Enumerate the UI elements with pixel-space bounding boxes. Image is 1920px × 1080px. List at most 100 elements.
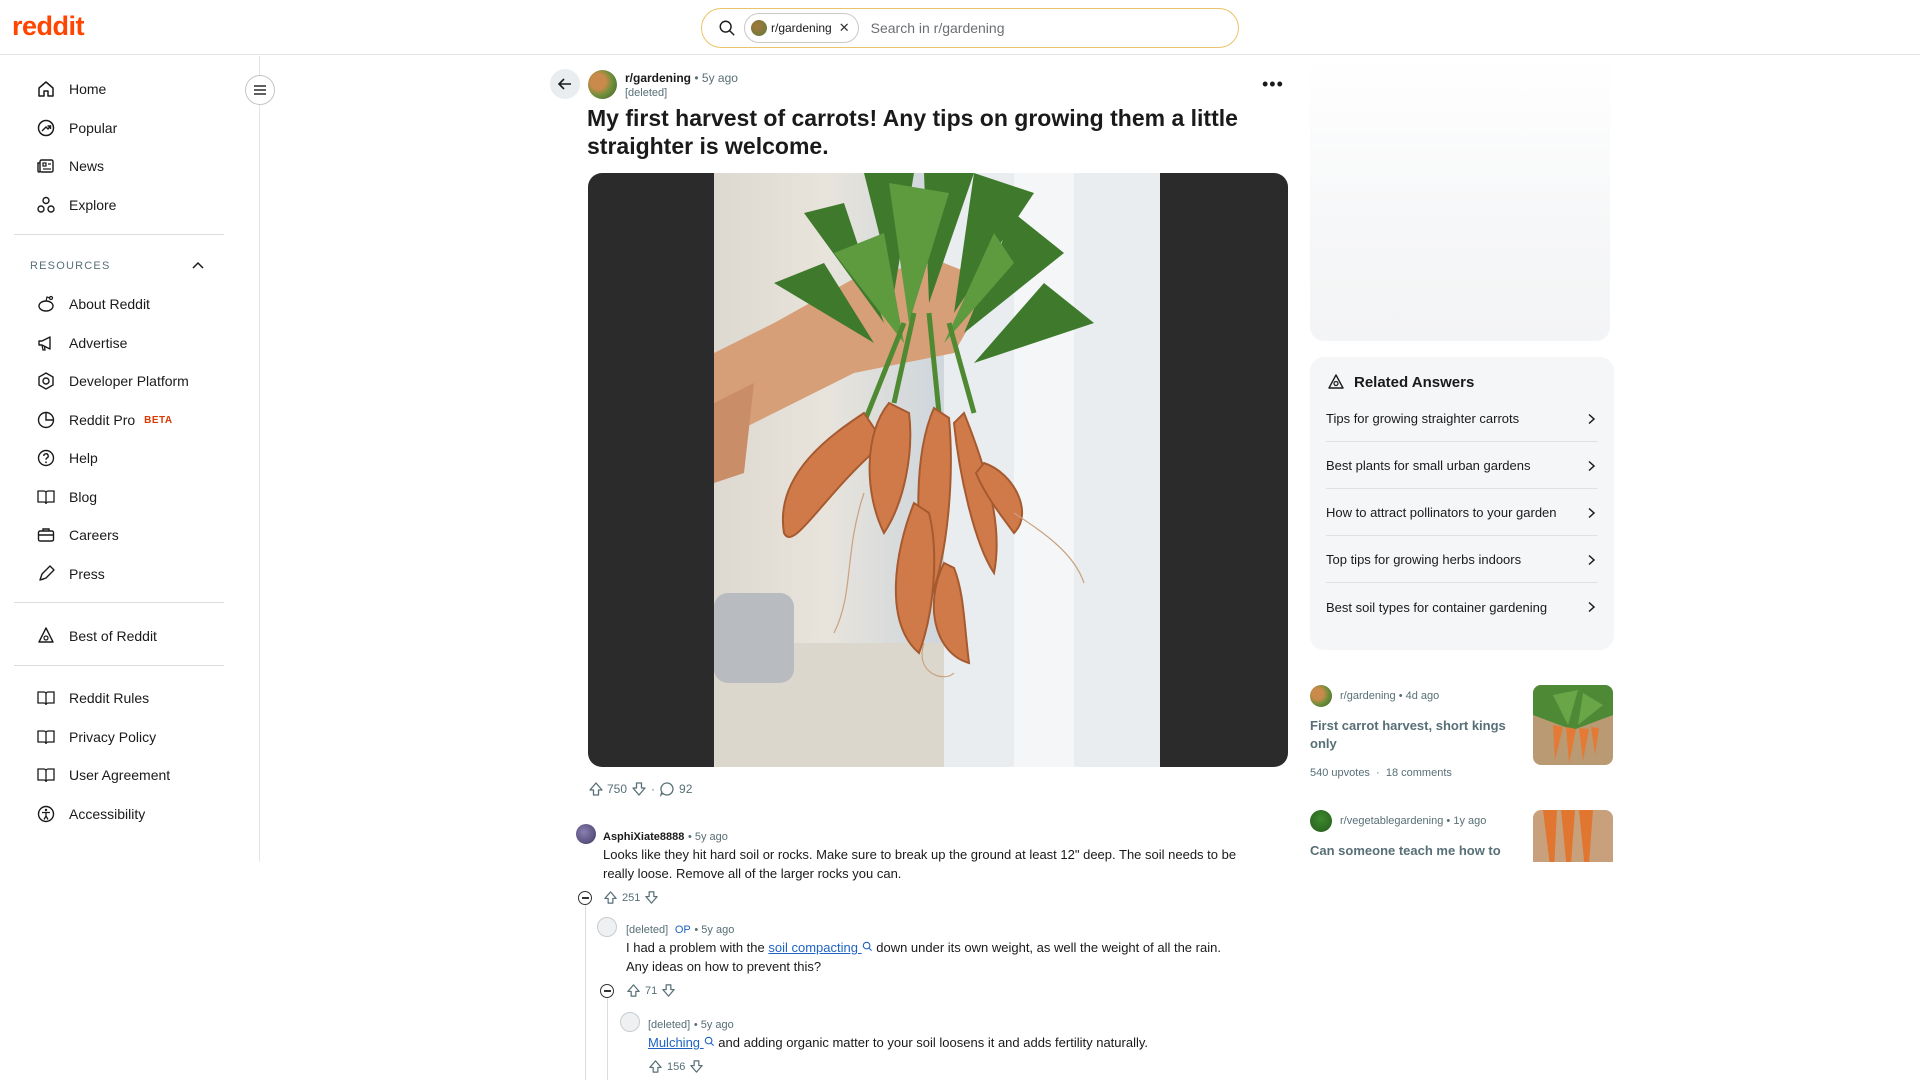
sidebar-item-reddit-pro[interactable]: Reddit Pro BETA	[36, 408, 173, 432]
comment-author[interactable]: [deleted]	[648, 1019, 690, 1031]
collapse-sidebar-button[interactable]	[245, 75, 275, 105]
subreddit-avatar[interactable]	[588, 70, 617, 99]
related-answer-item[interactable]: Top tips for growing herbs indoors	[1326, 537, 1598, 583]
home-icon	[38, 81, 54, 97]
comment-vote-bar: 251	[603, 890, 659, 905]
comment-header: [deleted] • 5y ago	[648, 1016, 734, 1031]
close-icon[interactable]: ✕	[839, 20, 850, 36]
related-answer-item[interactable]: Tips for growing straighter carrots	[1326, 396, 1598, 442]
upvote-icon[interactable]	[648, 1059, 663, 1074]
related-post-title[interactable]: First carrot harvest, short kings only	[1310, 717, 1510, 753]
related-post-subreddit[interactable]: r/gardening	[1340, 690, 1396, 702]
downvote-icon[interactable]	[661, 983, 676, 998]
related-post-card[interactable]: r/gardening • 4d ago First carrot harves…	[1310, 685, 1614, 785]
sidebar-item-help[interactable]: Help	[36, 446, 98, 470]
downvote-icon[interactable]	[644, 890, 659, 905]
sidebar-item-popular[interactable]: Popular	[36, 116, 117, 140]
avatar[interactable]	[576, 824, 596, 844]
sidebar-item-blog[interactable]: Blog	[36, 485, 97, 509]
separator-dot: •	[693, 1019, 701, 1031]
post-comment-count: 92	[679, 782, 693, 796]
comment-vote-bar: 71	[626, 983, 676, 998]
related-answers-heading: Related Answers	[1327, 373, 1474, 391]
sidebar-item-reddit-rules[interactable]: Reddit Rules	[36, 686, 149, 710]
left-sidebar: Home Popular News Explore RESOURCES Abou…	[0, 56, 260, 862]
sidebar-item-privacy-policy[interactable]: Privacy Policy	[36, 725, 156, 749]
sidebar-item-best-of-reddit[interactable]: Best of Reddit	[36, 624, 157, 648]
sidebar-item-developer-platform[interactable]: Developer Platform	[36, 369, 189, 393]
upvote-icon[interactable]	[588, 781, 604, 797]
sidebar-item-label: Reddit Rules	[69, 690, 150, 706]
search-input[interactable]	[870, 20, 1211, 36]
related-post-upvotes: 540 upvotes	[1310, 767, 1370, 779]
sidebar-item-explore[interactable]: Explore	[36, 193, 116, 217]
back-button[interactable]	[550, 69, 580, 99]
sidebar-item-label: News	[69, 158, 105, 174]
related-answer-item[interactable]: How to attract pollinators to your garde…	[1326, 490, 1598, 536]
comment-vote-count: 251	[622, 891, 641, 904]
post-time: 5y ago	[701, 71, 738, 85]
comment-header: [deleted] OP • 5y ago	[626, 921, 734, 936]
upvote-icon[interactable]	[626, 983, 641, 998]
related-post-stats: 540 upvotes · 18 comments	[1310, 767, 1614, 779]
sidebar-item-press[interactable]: Press	[36, 562, 105, 586]
more-options-button[interactable]: •••	[1262, 74, 1284, 95]
blog-icon	[37, 490, 55, 505]
subreddit-link[interactable]: r/gardening	[625, 71, 691, 85]
downvote-icon[interactable]	[631, 781, 647, 797]
related-post-comments: 18 comments	[1385, 767, 1452, 779]
downvote-icon[interactable]	[689, 1059, 704, 1074]
sidebar-item-home[interactable]: Home	[36, 77, 106, 101]
collapse-thread-icon[interactable]	[600, 984, 614, 998]
comment-body: I had a problem with the soil compacting…	[626, 938, 1246, 976]
post-upvote-count: 750	[607, 782, 628, 796]
related-post-subreddit[interactable]: r/vegetablegardening	[1340, 815, 1443, 827]
subreddit-filter-chip[interactable]: r/gardening ✕	[744, 13, 859, 43]
answers-icon	[1328, 374, 1344, 389]
avatar[interactable]	[597, 917, 617, 937]
sidebar-item-label: Press	[69, 566, 105, 582]
reddit-logo[interactable]: reddit	[12, 11, 85, 42]
post-image[interactable]	[588, 173, 1288, 767]
sidebar-item-label: Popular	[69, 120, 118, 136]
comment-header: AsphiXiate8888 • 5y ago	[603, 828, 728, 843]
comment-author[interactable]: AsphiXiate8888	[603, 831, 684, 843]
upvote-icon[interactable]	[603, 890, 618, 905]
hamburger-icon	[254, 85, 266, 95]
sidebar-item-careers[interactable]: Careers	[36, 523, 119, 547]
carrot-illustration	[714, 173, 1160, 767]
collapse-thread-icon[interactable]	[578, 891, 592, 905]
sidebar-item-news[interactable]: News	[36, 154, 104, 178]
related-answers-panel: Related Answers Tips for growing straigh…	[1310, 357, 1614, 650]
search-bar[interactable]: r/gardening ✕	[701, 8, 1239, 48]
related-post-card[interactable]: r/vegetablegardening • 1y ago Can someon…	[1310, 810, 1614, 862]
sidebar-item-advertise[interactable]: Advertise	[36, 331, 127, 355]
avatar[interactable]	[620, 1012, 640, 1032]
keyword-search-link[interactable]: soil compacting	[768, 940, 872, 955]
keyword-search-link[interactable]: Mulching	[648, 1035, 715, 1050]
related-post-thumbnail[interactable]	[1533, 685, 1613, 765]
sidebar-item-user-agreement[interactable]: User Agreement	[36, 763, 170, 787]
arrow-left-icon	[557, 78, 571, 90]
related-answer-label: Best plants for small urban gardens	[1326, 458, 1531, 473]
carrot-thumbnail	[1533, 810, 1613, 862]
comment-vote-bar: 156	[648, 1059, 704, 1074]
chevron-up-icon[interactable]	[190, 258, 206, 274]
related-answer-item[interactable]: Best plants for small urban gardens	[1326, 443, 1598, 489]
comment-author[interactable]: [deleted]	[626, 924, 668, 936]
related-answer-item[interactable]: Best soil types for container gardening	[1326, 584, 1598, 630]
comment-icon[interactable]	[659, 781, 675, 797]
search-icon	[862, 941, 872, 952]
subreddit-avatar	[1310, 685, 1332, 707]
sidebar-item-accessibility[interactable]: Accessibility	[36, 802, 145, 826]
thread-line[interactable]	[607, 997, 608, 1080]
sidebar-item-label: Blog	[69, 489, 98, 505]
sidebar-item-label: Best of Reddit	[69, 628, 157, 644]
accessibility-icon	[37, 805, 55, 823]
related-post-title[interactable]: Can someone teach me how to	[1310, 842, 1510, 860]
related-post-thumbnail[interactable]	[1533, 810, 1613, 862]
related-answers-title: Related Answers	[1354, 373, 1475, 391]
thread-line[interactable]	[585, 904, 586, 1080]
sidebar-item-about-reddit[interactable]: About Reddit	[36, 292, 150, 316]
sidebar-item-label: Home	[69, 81, 107, 97]
